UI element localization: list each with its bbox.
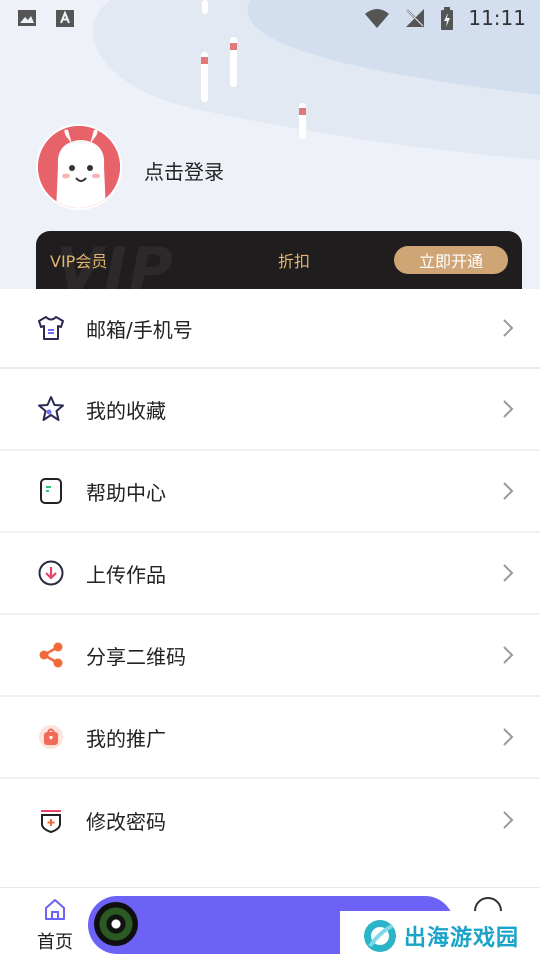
menu-item-help-center[interactable]: 帮助中心: [0, 451, 540, 533]
menu-item-upload-works[interactable]: 上传作品: [0, 533, 540, 615]
menu-item-change-password[interactable]: 修改密码: [0, 779, 540, 861]
chevron-right-icon: [503, 646, 514, 664]
watermark-logo-icon: [364, 919, 396, 952]
alpaca-icon: [38, 126, 120, 208]
shirt-icon: [36, 313, 66, 343]
gift-bag-icon: [36, 722, 66, 752]
menu-item-email-phone[interactable]: 邮箱/手机号: [0, 289, 540, 369]
menu-item-label: 我的收藏: [86, 398, 166, 423]
share-icon: [36, 640, 66, 670]
star-icon: [36, 394, 66, 424]
avatar[interactable]: [36, 124, 122, 210]
menu-item-favorites[interactable]: 我的收藏: [0, 369, 540, 451]
chevron-right-icon: [503, 728, 514, 746]
menu-item-share-qrcode[interactable]: 分享二维码: [0, 615, 540, 697]
menu-item-label: 修改密码: [86, 809, 166, 834]
menu-item-label: 分享二维码: [86, 644, 186, 669]
status-time: 11:11: [468, 6, 526, 30]
image-icon: [16, 7, 38, 29]
menu-item-label: 上传作品: [86, 562, 166, 587]
nav-home[interactable]: 首页: [30, 896, 80, 954]
home-icon: [45, 899, 65, 920]
album-disc-icon[interactable]: [94, 902, 138, 946]
wifi-icon: [364, 7, 390, 29]
site-watermark: 出海游戏园: [340, 911, 540, 960]
watermark-text: 出海游戏园: [404, 925, 520, 951]
vip-label: VIP会员: [50, 252, 108, 271]
chevron-right-icon: [503, 482, 514, 500]
activate-vip-button[interactable]: 立即开通: [394, 246, 508, 274]
menu-item-my-promotion[interactable]: 我的推广: [0, 697, 540, 779]
font-icon: [54, 7, 76, 29]
no-signal-icon: [404, 7, 426, 29]
settings-menu: 邮箱/手机号 我的收藏 帮助中心 上传作品 分享二维码 我的推广 修改密码: [0, 289, 540, 861]
login-link[interactable]: 点击登录: [144, 156, 224, 185]
battery-charging-icon: [440, 7, 454, 30]
menu-item-label: 我的推广: [86, 726, 166, 751]
chevron-right-icon: [503, 400, 514, 418]
chevron-right-icon: [503, 564, 514, 582]
download-icon: [36, 558, 66, 588]
menu-item-label: 邮箱/手机号: [86, 317, 193, 342]
vip-banner[interactable]: VIP VIP会员 折扣 立即开通: [36, 231, 522, 289]
shield-plus-icon: [36, 805, 66, 835]
menu-item-label: 帮助中心: [86, 480, 166, 505]
nav-home-label: 首页: [37, 932, 73, 953]
chevron-right-icon: [503, 319, 514, 337]
chevron-right-icon: [503, 811, 514, 829]
vip-discount: 折扣: [278, 252, 311, 271]
document-icon: [36, 476, 66, 506]
status-bar: 11:11: [0, 0, 540, 36]
